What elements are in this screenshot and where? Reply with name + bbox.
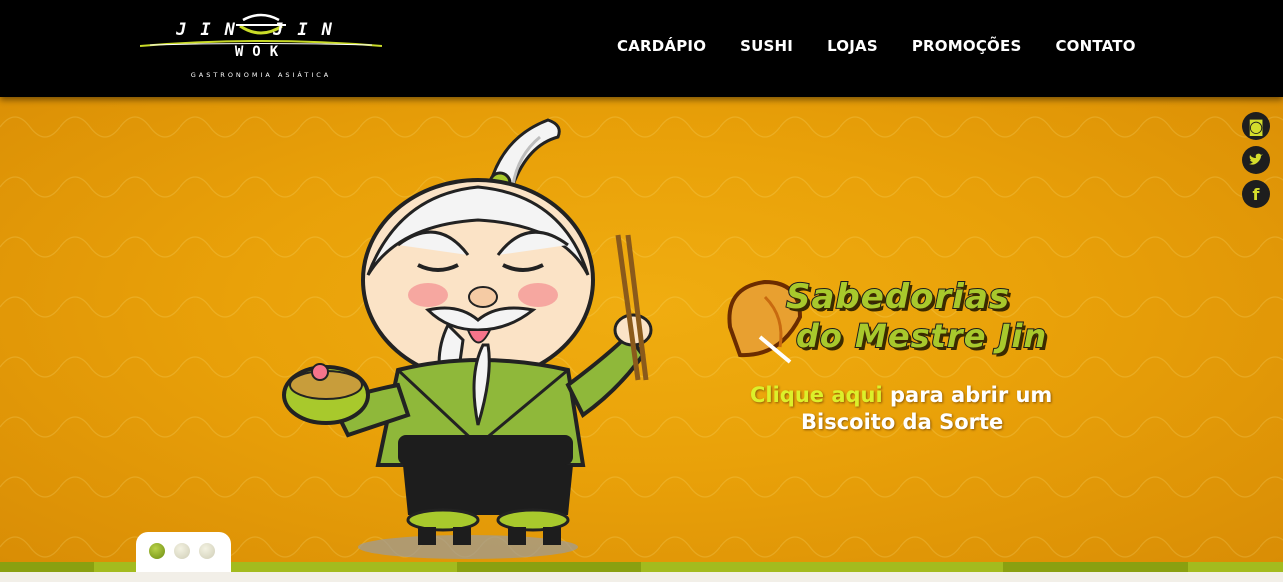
logo-brand: JIN JIN [176, 20, 346, 40]
main-nav: CARDÁPIO SUSHI LOJAS PROMOÇÕES CONTATO [617, 37, 1136, 55]
logo-tagline: GASTRONOMIA ASIÁTICA [190, 71, 332, 79]
promo-cta-line2[interactable]: Biscoito da Sorte [801, 410, 1003, 434]
nav-cardapio[interactable]: CARDÁPIO [617, 37, 706, 55]
nav-promocoes[interactable]: PROMOÇÕES [912, 37, 1022, 55]
promo-title-line2: do Mestre Jin [795, 316, 1048, 356]
site-header: JIN JIN WOK GASTRONOMIA ASIÁTICA CARDÁPI… [0, 0, 1283, 97]
instagram-icon[interactable]: ◙ [1242, 112, 1270, 140]
twitter-bird-icon [1249, 153, 1263, 165]
promo-cta-line1[interactable]: Clique aqui para abrir um [750, 383, 1090, 407]
mestre-jin-mascot [282, 118, 653, 559]
logo-wok: WOK [234, 44, 288, 60]
slider-pagination [136, 532, 231, 572]
promo-cta-highlight[interactable]: Clique aqui [750, 383, 883, 407]
promo-title-line1: Sabedorias [785, 276, 1011, 318]
slider-dot-2[interactable] [174, 543, 190, 559]
slider-dot-1[interactable] [149, 543, 165, 559]
facebook-icon[interactable]: f [1242, 180, 1270, 208]
hero-banner[interactable]: Sabedorias do Mestre Jin Clique aqui par… [0, 97, 1283, 562]
nav-lojas[interactable]: LOJAS [827, 37, 878, 55]
stripe-segment [457, 562, 641, 572]
nav-contato[interactable]: CONTATO [1055, 37, 1135, 55]
slider-dot-3[interactable] [199, 543, 215, 559]
twitter-icon[interactable] [1242, 146, 1270, 174]
stripe-segment [0, 562, 94, 572]
stripe-segment [1003, 562, 1188, 572]
jin-jin-wok-logo[interactable]: JIN JIN WOK GASTRONOMIA ASIÁTICA [140, 12, 382, 84]
footer-strip [0, 572, 1283, 582]
nav-sushi[interactable]: SUSHI [740, 37, 793, 55]
promo-cta-rest: para abrir um [882, 383, 1053, 407]
